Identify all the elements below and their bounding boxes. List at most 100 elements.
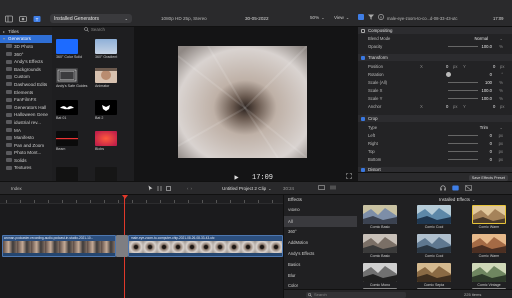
snapping-icon[interactable]: [330, 185, 336, 190]
sidebar-item[interactable]: Textures: [0, 164, 52, 172]
titles-generators-icon[interactable]: T: [32, 14, 41, 23]
effects-category[interactable]: Basics: [284, 259, 357, 270]
transitions-browser-icon[interactable]: [465, 185, 472, 191]
distort-checkbox[interactable]: [361, 167, 365, 172]
timeline-clip-podcast[interactable]: woman-podcaster-recording-audio-podcast-…: [2, 235, 116, 257]
opacity-value[interactable]: 100.0: [482, 44, 492, 49]
sidebar-item[interactable]: Custom: [0, 73, 52, 81]
rotation-value[interactable]: 0: [490, 72, 492, 77]
effect-thumbnail[interactable]: [417, 234, 451, 253]
crop-top-slider[interactable]: [448, 151, 478, 152]
video-inspector-icon[interactable]: [358, 14, 364, 20]
playhead-handle[interactable]: [121, 195, 128, 199]
photos-icon[interactable]: [18, 14, 27, 23]
info-icon[interactable]: [378, 14, 384, 20]
forward-icon[interactable]: ›: [190, 186, 191, 191]
browser-search[interactable]: Search: [84, 27, 105, 32]
installed-effects-menu[interactable]: Installed Effects ⌄: [439, 197, 475, 202]
generator-thumbnail[interactable]: [95, 100, 117, 115]
effect-thumbnail[interactable]: [472, 205, 506, 224]
rotation-row[interactable]: Rotation 0 °: [358, 71, 512, 78]
rotation-dial-icon[interactable]: [446, 72, 451, 77]
select-tool-icon[interactable]: [148, 185, 153, 191]
generator-thumbnail[interactable]: [95, 39, 117, 54]
generator-thumbnail[interactable]: [95, 68, 117, 83]
trim-tool-icon[interactable]: [157, 185, 162, 191]
sidebar-item[interactable]: FanFilmFX: [0, 96, 52, 104]
play-icon[interactable]: [234, 175, 239, 180]
effect-thumbnail[interactable]: [363, 234, 397, 253]
effects-category[interactable]: Andy's Effects: [284, 248, 357, 259]
sidebar-item[interactable]: Backgrounds: [0, 65, 52, 73]
opacity-slider[interactable]: [448, 46, 478, 47]
blend-mode-row[interactable]: Blend Mode Normal ⌄: [358, 35, 512, 42]
transform-checkbox[interactable]: [361, 55, 365, 60]
sidebar-item[interactable]: Manifesto: [0, 134, 52, 142]
sidebar-item[interactable]: Photo Mont...: [0, 149, 52, 157]
position-row[interactable]: Position X 0 px Y 0 px: [358, 63, 512, 70]
transform-section-header[interactable]: Transform: [358, 54, 512, 61]
project-menu[interactable]: Untitled Project 2 Clip ⌄: [222, 186, 272, 191]
clip-appearance-icon[interactable]: [318, 185, 325, 190]
generator-thumbnail[interactable]: [56, 167, 78, 182]
scale-x-slider[interactable]: [448, 90, 478, 91]
sidebar-item[interactable]: MA: [0, 126, 52, 134]
crop-bottom-value[interactable]: 0: [490, 157, 492, 162]
compositing-section-header[interactable]: Compositing: [358, 27, 512, 34]
effect-thumbnail[interactable]: [417, 263, 451, 282]
sidebar-item[interactable]: Andy's Effects: [0, 58, 52, 66]
scale-all-row[interactable]: Scale (All) 100 %: [358, 79, 512, 86]
effect-thumbnail[interactable]: [363, 205, 397, 224]
generator-thumbnail[interactable]: [95, 131, 117, 146]
timeline-gap-clip[interactable]: [116, 235, 128, 257]
index-button[interactable]: Index: [11, 186, 22, 191]
effects-search-input[interactable]: Search: [306, 291, 406, 298]
sidebar-item[interactable]: ▾ Generators: [0, 35, 52, 43]
effects-category[interactable]: All: [284, 215, 357, 227]
range-tool-icon[interactable]: [166, 185, 171, 191]
sidebar-item[interactable]: Halloween Gene: [0, 111, 52, 119]
effect-thumbnail[interactable]: [472, 234, 506, 253]
sidebar-item[interactable]: idustrial rev...: [0, 119, 52, 127]
scale-x-row[interactable]: Scale X 100.0 %: [358, 87, 512, 94]
position-x-value[interactable]: 0: [446, 64, 448, 69]
sidebar-item[interactable]: 3D Photo: [0, 43, 52, 51]
effect-thumbnail[interactable]: [417, 205, 451, 224]
crop-section-header[interactable]: Crop: [358, 115, 512, 122]
crop-type-row[interactable]: Type Trim ⌄: [358, 124, 512, 131]
effects-browser-icon[interactable]: [452, 185, 459, 191]
zoom-menu[interactable]: 50% ⌄: [310, 15, 325, 20]
opacity-row[interactable]: Opacity 100.0 %: [358, 43, 512, 50]
scale-y-row[interactable]: Scale Y 100.0 %: [358, 95, 512, 102]
sidebar-item[interactable]: Solids: [0, 157, 52, 165]
effect-thumbnail[interactable]: [363, 263, 397, 282]
viewer-frame[interactable]: [178, 46, 307, 158]
libraries-icon[interactable]: [4, 14, 13, 23]
crop-bottom-slider[interactable]: [448, 159, 478, 160]
scale-all-slider[interactable]: [448, 82, 478, 83]
sidebar-item[interactable]: Dashwood Edits: [0, 81, 52, 89]
crop-bottom-row[interactable]: Bottom 0 px: [358, 156, 512, 163]
scale-all-value[interactable]: 100: [485, 80, 492, 85]
crop-checkbox[interactable]: [361, 116, 365, 121]
effects-category[interactable]: 360°: [284, 227, 357, 238]
fullscreen-icon[interactable]: [346, 173, 352, 179]
scale-y-value[interactable]: 100.0: [482, 96, 492, 101]
crop-right-value[interactable]: 0: [490, 141, 492, 146]
crop-right-slider[interactable]: [448, 143, 478, 144]
sidebar-item[interactable]: Generators Hall: [0, 103, 52, 111]
library-menu[interactable]: Installed Generators ⌄: [50, 14, 132, 23]
crop-top-value[interactable]: 0: [490, 149, 492, 154]
effects-category[interactable]: Color: [284, 281, 357, 289]
save-effects-preset-button[interactable]: Save Effects Preset: [468, 174, 508, 181]
effect-thumbnail[interactable]: [472, 263, 506, 282]
timeline-clip-eye-zoom[interactable]: male-eye-zoom-to-computer-chip-2021-08-2…: [128, 235, 283, 257]
back-icon[interactable]: ‹: [187, 186, 188, 191]
crop-left-row[interactable]: Left 0 px: [358, 132, 512, 139]
anchor-x-value[interactable]: 0: [446, 104, 448, 109]
crop-top-row[interactable]: Top 0 px: [358, 148, 512, 155]
scale-y-slider[interactable]: [448, 98, 478, 99]
view-menu[interactable]: View ⌄: [334, 15, 349, 20]
filter-icon[interactable]: [368, 14, 374, 20]
crop-right-row[interactable]: Right 0 px: [358, 140, 512, 147]
